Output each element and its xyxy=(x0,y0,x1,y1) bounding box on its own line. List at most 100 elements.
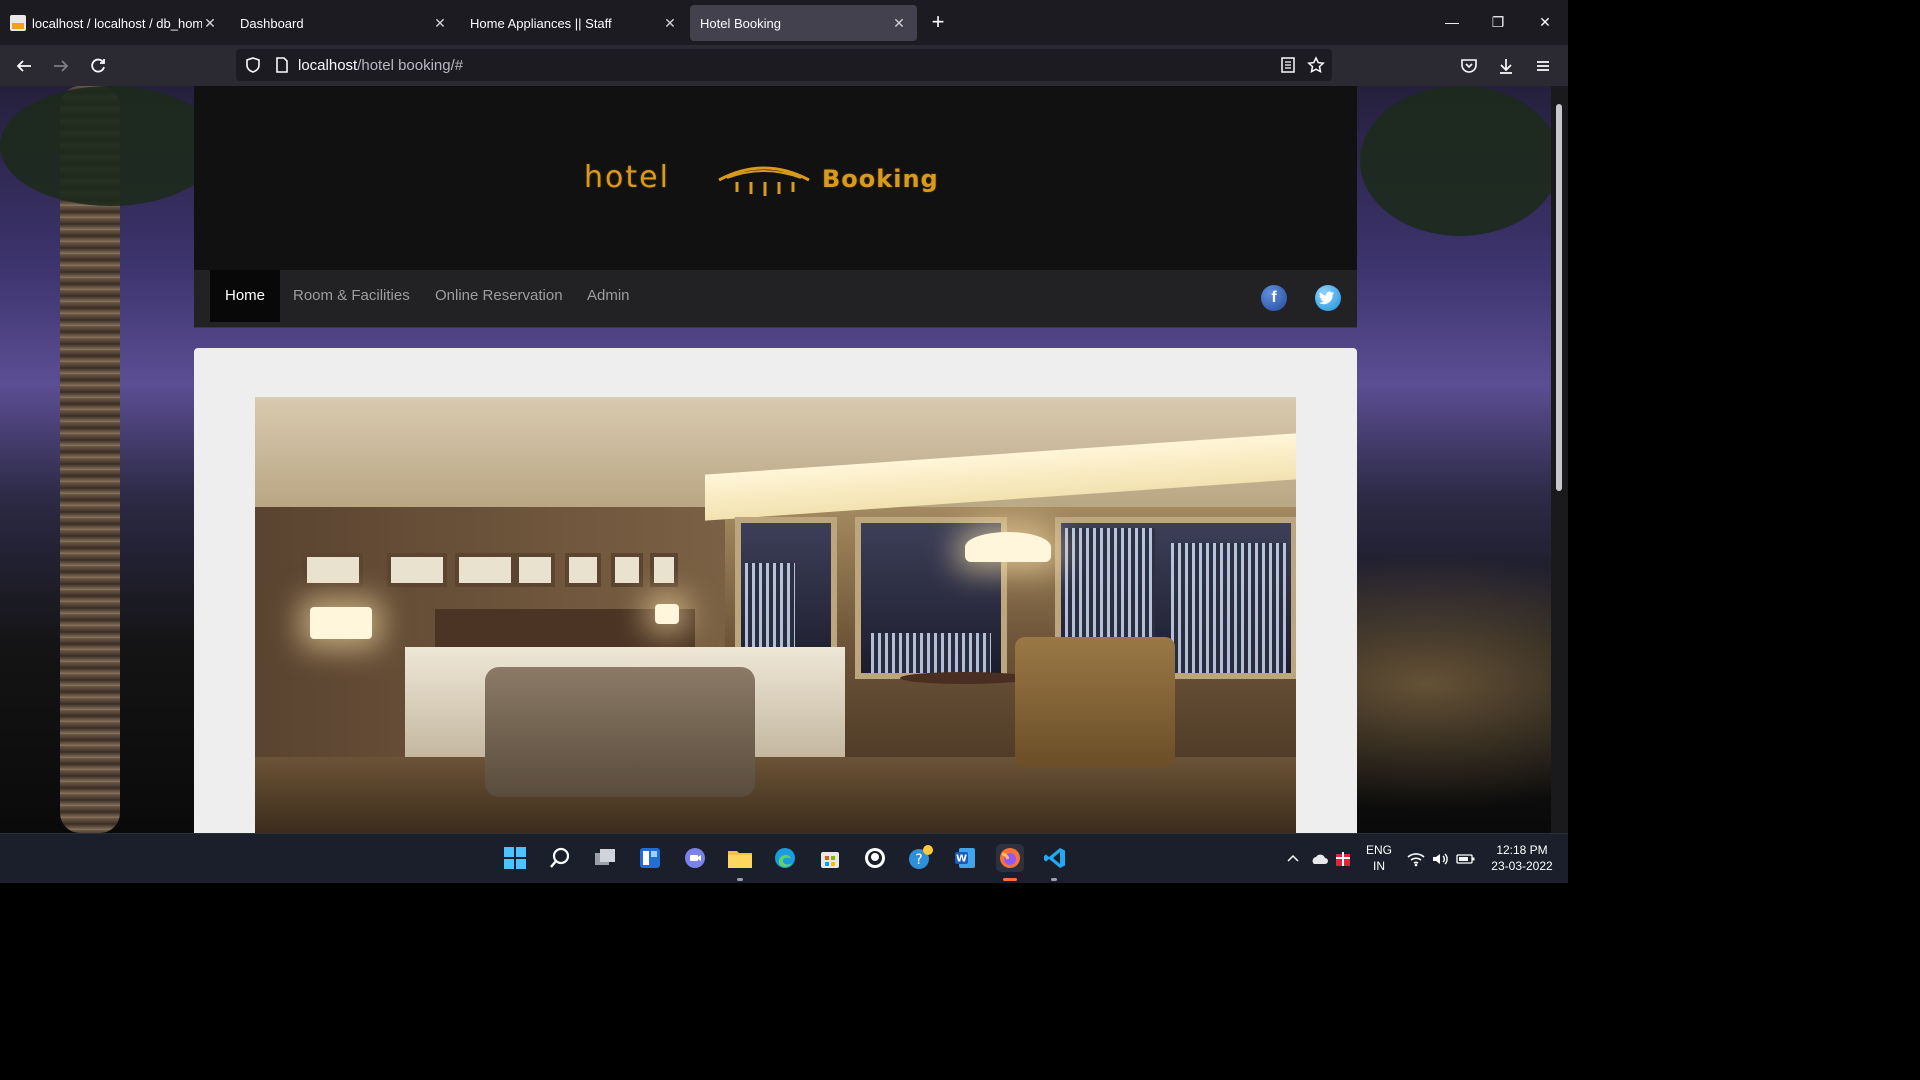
start-windows-icon[interactable] xyxy=(501,844,529,872)
search-icon[interactable] xyxy=(546,844,574,872)
tracking-protection-shield-icon[interactable] xyxy=(244,56,262,74)
hero-wall-frame xyxy=(565,553,601,587)
menu-home[interactable]: Home xyxy=(210,270,281,322)
twitter-bird-icon xyxy=(1319,291,1334,305)
firefox-icon[interactable] xyxy=(996,844,1024,872)
microsoft-word-icon[interactable]: W xyxy=(951,844,979,872)
clock-date: 23-03-2022 xyxy=(1491,859,1553,873)
svg-text:?: ? xyxy=(915,852,922,868)
hero-wall-frame xyxy=(387,553,447,587)
web-page-viewport: hotel Booking Home Room & Facilities Onl… xyxy=(0,86,1551,833)
site-nav-menu: Home Room & Facilities Online Reservatio… xyxy=(194,270,1357,328)
logo-word-booking: Booking xyxy=(822,165,939,193)
minimize-icon[interactable]: — xyxy=(1437,10,1467,34)
new-tab-plus-icon[interactable]: + xyxy=(926,10,950,34)
tab-title: localhost / localhost / db_home xyxy=(32,15,202,31)
close-tab-icon[interactable]: ✕ xyxy=(662,15,678,32)
address-bar[interactable]: localhost/hotel booking/# xyxy=(236,49,1332,81)
tab-title: Dashboard xyxy=(240,15,304,31)
url-text[interactable]: localhost/hotel booking/# xyxy=(298,57,463,74)
app-tray-icon[interactable] xyxy=(1334,834,1352,883)
close-tab-icon[interactable]: ✕ xyxy=(432,15,448,32)
logo-word-hotel: hotel xyxy=(584,160,670,195)
forward-arrow-icon[interactable] xyxy=(48,53,74,79)
restore-window-icon[interactable]: ❐ xyxy=(1483,10,1513,34)
facebook-icon[interactable]: f xyxy=(1261,285,1287,311)
input-language-indicator[interactable]: ENG IN xyxy=(1362,842,1396,874)
edge-browser-icon[interactable] xyxy=(771,844,799,872)
url-path: /hotel booking/# xyxy=(357,57,464,74)
running-indicator xyxy=(737,878,743,881)
hero-wall-frame xyxy=(303,553,363,587)
tab-home-appliances[interactable]: Home Appliances || Staff ✕ xyxy=(460,5,688,41)
hamburger-menu-icon[interactable] xyxy=(1530,53,1556,79)
bookmark-star-icon[interactable] xyxy=(1307,56,1325,74)
windows-taskbar: ? W ENG IN 12:18 PM 23-03-2022 xyxy=(0,833,1568,883)
tab-hotel-booking[interactable]: Hotel Booking ✕ xyxy=(690,5,917,41)
tab-phpmyadmin[interactable]: localhost / localhost / db_home ✕ xyxy=(0,5,228,41)
main-content-panel xyxy=(194,348,1357,833)
downloads-icon[interactable] xyxy=(1493,53,1519,79)
file-explorer-icon[interactable] xyxy=(726,844,754,872)
reload-icon[interactable] xyxy=(85,53,111,79)
svg-text:W: W xyxy=(956,854,967,865)
hero-city-building xyxy=(871,633,991,673)
language-code: ENG xyxy=(1365,843,1392,857)
active-app-indicator xyxy=(1003,878,1017,881)
hero-bedside-lamp xyxy=(310,607,372,639)
hero-sofa xyxy=(485,667,755,797)
vscode-icon[interactable] xyxy=(1041,844,1069,872)
background-palm-fronds xyxy=(0,86,220,206)
menu-online-reservation[interactable]: Online Reservation xyxy=(420,270,578,322)
wifi-icon[interactable] xyxy=(1406,834,1426,883)
clock-time: 12:18 PM xyxy=(1496,843,1548,857)
tab-dashboard[interactable]: Dashboard ✕ xyxy=(230,5,458,41)
hero-floor-lamp xyxy=(965,532,1051,562)
scrollbar-thumb[interactable] xyxy=(1556,104,1562,491)
page-scrollbar[interactable] xyxy=(1551,86,1568,833)
widgets-icon[interactable] xyxy=(636,844,664,872)
twitter-icon[interactable] xyxy=(1315,285,1341,311)
tab-title: Home Appliances || Staff xyxy=(470,15,612,31)
hero-side-table xyxy=(900,672,1030,684)
facebook-glyph: f xyxy=(1271,289,1277,306)
get-help-icon[interactable]: ? xyxy=(906,844,934,872)
github-desktop-icon[interactable] xyxy=(861,844,889,872)
reader-view-icon[interactable] xyxy=(1279,56,1297,74)
close-window-icon[interactable]: ✕ xyxy=(1530,10,1560,34)
browser-nav-bar: localhost/hotel booking/# xyxy=(0,45,1568,86)
close-tab-icon[interactable]: ✕ xyxy=(891,15,907,32)
menu-room-facilities[interactable]: Room & Facilities xyxy=(278,270,425,322)
onedrive-cloud-icon[interactable] xyxy=(1309,834,1329,883)
battery-icon[interactable] xyxy=(1456,834,1476,883)
hotel-roof-logo-icon xyxy=(718,166,810,196)
close-tab-icon[interactable]: ✕ xyxy=(202,15,218,32)
phpmyadmin-favicon-icon xyxy=(10,15,26,31)
running-indicator xyxy=(1051,878,1057,881)
volume-speaker-icon[interactable] xyxy=(1431,834,1451,883)
microsoft-store-icon[interactable] xyxy=(816,844,844,872)
back-arrow-icon[interactable] xyxy=(11,53,37,79)
hotel-booking-logo[interactable]: hotel Booking xyxy=(582,158,972,206)
menu-admin[interactable]: Admin xyxy=(572,270,645,322)
hero-wall-frame xyxy=(455,553,515,587)
pocket-icon[interactable] xyxy=(1456,53,1482,79)
language-region: IN xyxy=(1373,859,1385,873)
hero-bedside-lamp xyxy=(655,604,679,624)
site-header: hotel Booking xyxy=(194,86,1357,270)
hero-wall-frame xyxy=(650,553,678,587)
hero-city-building xyxy=(1171,543,1286,673)
task-view-icon[interactable] xyxy=(591,844,619,872)
hero-wall-frame xyxy=(611,553,643,587)
teams-chat-icon[interactable] xyxy=(681,844,709,872)
hero-armchair xyxy=(1015,637,1175,767)
taskbar-clock[interactable]: 12:18 PM 23-03-2022 xyxy=(1482,842,1562,874)
url-host: localhost xyxy=(298,57,358,74)
browser-tab-bar: localhost / localhost / db_home ✕ Dashbo… xyxy=(0,0,1568,45)
tab-title: Hotel Booking xyxy=(700,15,781,31)
hero-wall-frame xyxy=(515,553,555,587)
page-info-icon[interactable] xyxy=(274,56,290,74)
show-hidden-icons-chevron-up-icon[interactable] xyxy=(1285,834,1301,883)
background-palm-fronds-right xyxy=(1360,86,1551,236)
hotel-room-hero-image xyxy=(255,397,1296,833)
